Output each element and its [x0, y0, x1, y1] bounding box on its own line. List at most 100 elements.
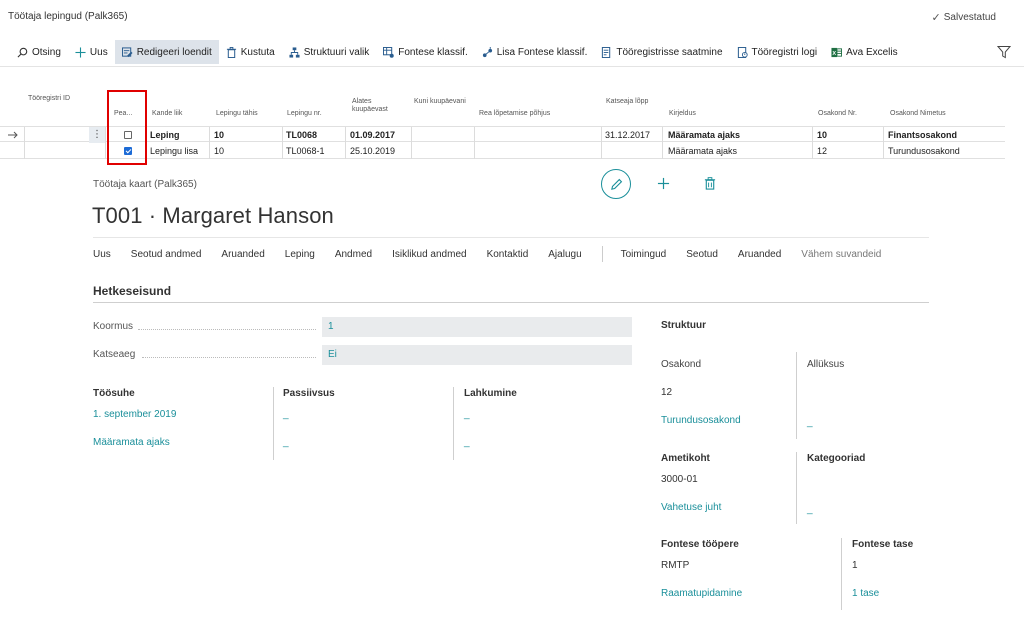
excel-icon: X: [831, 47, 843, 57]
header-to-date[interactable]: Kuni kuupäevani: [414, 98, 466, 106]
load-leader: [138, 329, 316, 330]
load-label: Koormus: [93, 321, 134, 332]
add-button[interactable]: [653, 173, 673, 193]
edit-list-label: Redigeeri loendit: [136, 46, 212, 58]
cell-dept-name: Finantsosakond: [888, 130, 958, 140]
table-row[interactable]: ⋮ Leping 10 TL0068 01.09.2017 31.12.2017…: [0, 126, 1005, 143]
register-log-button[interactable]: Tööregistri logi: [730, 40, 825, 64]
cell-description: Määramata ajaks: [668, 130, 741, 140]
nav-reports[interactable]: Aruanded: [221, 249, 264, 260]
nav-divider: [601, 246, 603, 262]
load-field[interactable]: 1: [322, 317, 632, 337]
fontes-group-name-link[interactable]: Raamatupidamine: [661, 588, 742, 599]
position-name-link[interactable]: Vahetuse juht: [661, 502, 721, 513]
header-from-date[interactable]: Alates kuupäevast: [352, 98, 404, 114]
leaving-value-1[interactable]: _: [464, 409, 470, 420]
employee-heading: T001 · Margaret Hanson: [92, 203, 334, 228]
nav-reports-2[interactable]: Aruanded: [738, 249, 781, 260]
row-menu-icon[interactable]: ⋮: [89, 127, 105, 143]
leaving-value-2[interactable]: _: [464, 437, 470, 448]
table-row[interactable]: Lepingu lisa 10 TL0068-1 25.10.2019 Määr…: [0, 143, 1005, 159]
header-description[interactable]: Kirjeldus: [669, 110, 696, 118]
add-fontes-class-button[interactable]: Lisa Fontese klassif.: [475, 40, 595, 64]
register-log-label: Tööregistri logi: [751, 46, 818, 58]
document-icon: [602, 46, 611, 58]
fontes-group-title: Fontese tööpere: [661, 539, 739, 550]
card-title: Töötaja kaart (Palk365): [93, 179, 197, 190]
send-to-register-button[interactable]: Tööregistrisse saatmine: [594, 40, 729, 64]
add-fontes-class-label: Lisa Fontese klassif.: [496, 46, 588, 58]
card-action-bar: Uus Seotud andmed Aruanded Leping Andmed…: [93, 237, 929, 270]
add-class-icon: [482, 46, 492, 57]
edit-list-icon: [121, 46, 133, 57]
categories-value-link[interactable]: _: [807, 504, 813, 515]
cell-probation-end: 31.12.2017: [605, 130, 651, 140]
passive-value-2[interactable]: _: [283, 437, 289, 448]
cell-dept-name: Turundusosakond: [888, 146, 960, 156]
header-probation-end[interactable]: Katseaja lõpp: [606, 98, 650, 106]
nav-new[interactable]: Uus: [93, 249, 111, 260]
nav-actions[interactable]: Toimingud: [621, 249, 667, 260]
cell-entry-type: Lepingu lisa: [150, 146, 199, 156]
header-dept-name[interactable]: Osakond Nimetus: [890, 110, 946, 118]
cell-contract-no: TL0068: [286, 130, 318, 140]
new-button[interactable]: Uus: [68, 40, 115, 64]
probation-leader: [142, 357, 316, 358]
log-icon: [737, 46, 748, 58]
trash-icon: [226, 46, 236, 58]
hierarchy-icon: [289, 46, 300, 58]
svg-text:X: X: [832, 50, 836, 56]
header-dept-no[interactable]: Osakond Nr.: [818, 110, 857, 118]
cell-contract-code: 10: [214, 130, 225, 140]
filter-icon[interactable]: [997, 45, 1011, 59]
nav-related-data[interactable]: Seotud andmed: [131, 249, 202, 260]
send-to-register-label: Tööregistrisse saatmine: [616, 46, 723, 58]
fontes-level-name-link[interactable]: 1 tase: [852, 588, 879, 599]
section-divider: [93, 302, 929, 303]
delete-label: Kustuta: [240, 46, 275, 58]
search-label: Otsing: [32, 46, 61, 58]
edit-button[interactable]: [601, 169, 631, 199]
highlight-box: [107, 90, 147, 165]
pencil-icon: [610, 178, 622, 190]
toolbar-divider: [0, 66, 1024, 67]
cell-entry-type: Leping: [150, 130, 180, 140]
trash-icon: [704, 176, 716, 190]
employment-start-link[interactable]: 1. september 2019: [93, 409, 176, 420]
fontes-class-button[interactable]: Fontese klassif.: [376, 40, 474, 64]
cell-from-date: 01.09.2017: [350, 130, 396, 140]
nav-data[interactable]: Andmed: [335, 249, 372, 260]
header-contract-no[interactable]: Lepingu nr.: [287, 110, 322, 118]
structure-select-button[interactable]: Struktuuri valik: [282, 40, 377, 64]
structure-title: Struktuur: [661, 320, 706, 331]
probation-field[interactable]: Ei: [322, 345, 632, 365]
nav-contract[interactable]: Leping: [285, 249, 315, 260]
nav-fewer-options[interactable]: Vähem suvandeid: [801, 249, 881, 260]
delete-card-button[interactable]: [700, 173, 720, 193]
employment-duration-link[interactable]: Määramata ajaks: [93, 437, 170, 448]
department-name-link[interactable]: Turundusosakond: [661, 415, 741, 426]
row-arrow-icon: [8, 131, 18, 139]
search-button[interactable]: Otsing: [10, 40, 68, 64]
edit-list-button[interactable]: Redigeeri loendit: [114, 40, 219, 64]
page-title: Töötaja lepingud (Palk365): [8, 11, 128, 22]
header-contract-code[interactable]: Lepingu tähis: [216, 110, 258, 118]
position-title: Ametikoht: [661, 453, 710, 464]
open-in-excel-button[interactable]: X Ava Excelis: [824, 40, 905, 64]
header-line-end-reason[interactable]: Rea lõpetamise põhjus: [479, 110, 550, 118]
nav-contacts[interactable]: Kontaktid: [487, 249, 529, 260]
cell-contract-no: TL0068-1: [286, 146, 325, 156]
categories-title: Kategooriad: [807, 453, 866, 464]
passive-value-1[interactable]: _: [283, 409, 289, 420]
nav-history[interactable]: Ajalugu: [548, 249, 581, 260]
section-title[interactable]: Hetkeseisund: [93, 284, 171, 298]
search-icon: [17, 47, 28, 57]
nav-personal-data[interactable]: Isiklikud andmed: [392, 249, 466, 260]
table-icon: [383, 46, 394, 58]
nav-related[interactable]: Seotud: [686, 249, 718, 260]
department-label: Osakond: [661, 359, 702, 370]
header-entry-type[interactable]: Kande liik: [152, 110, 182, 118]
delete-button[interactable]: Kustuta: [219, 40, 282, 64]
unit-value-link[interactable]: _: [807, 417, 813, 428]
header-register-id[interactable]: Tööregistri ID: [28, 95, 88, 103]
